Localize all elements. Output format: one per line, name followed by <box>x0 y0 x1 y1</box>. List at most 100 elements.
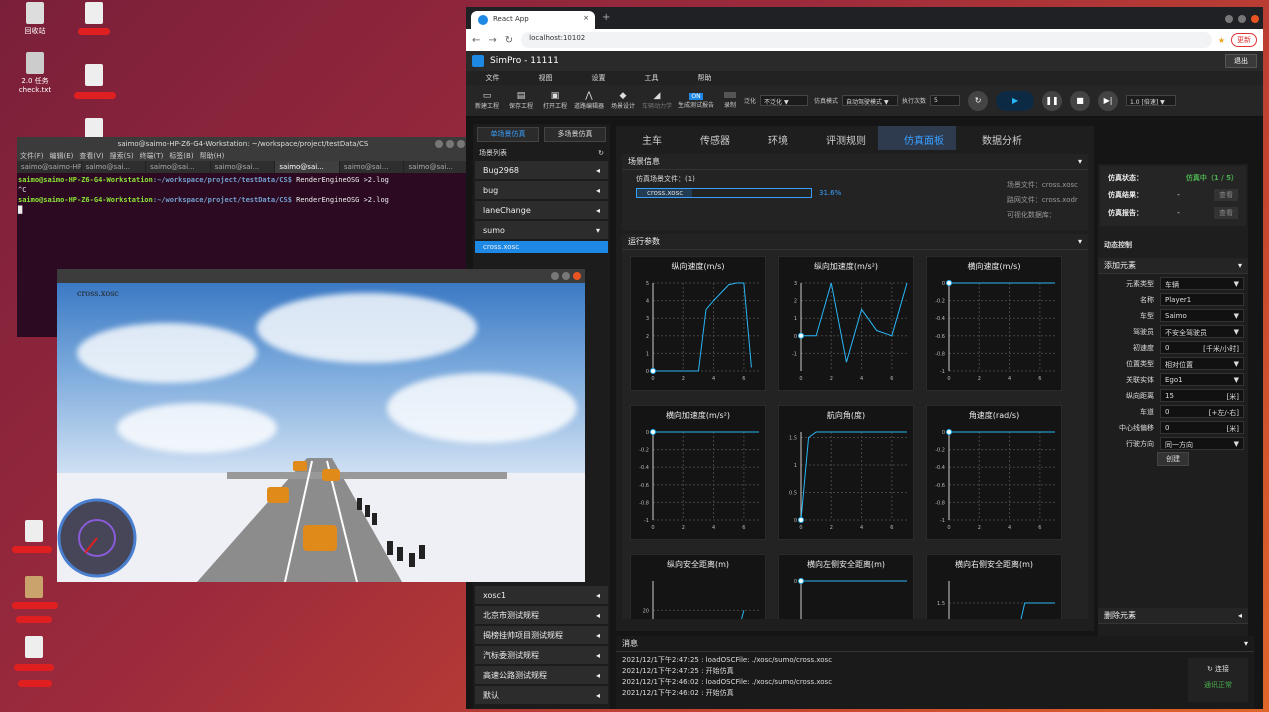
menu-view[interactable]: 查看(V) <box>79 152 103 160</box>
terminal-tab[interactable]: saimo@sai... <box>146 161 211 173</box>
step-button[interactable]: ▶| <box>1098 90 1119 111</box>
connect-button[interactable]: ↻ 连接 <box>1188 658 1248 680</box>
reset-button[interactable]: ↻ <box>968 90 989 111</box>
scene-folder[interactable]: 汽标委测试规程 ◂ <box>475 646 608 664</box>
menu-tabs[interactable]: 标签(B) <box>169 152 193 160</box>
field-input[interactable]: 同一方向 ▼ <box>1160 437 1244 450</box>
desktop-icon-trash[interactable]: 回收站 <box>13 2 57 36</box>
terminal-titlebar[interactable]: saimo@saimo-HP-Z6-G4-Workstation: ~/work… <box>17 137 469 151</box>
speed-select[interactable]: 1.0 [倍速] ▼ <box>1126 95 1177 106</box>
close-tab-icon[interactable]: × <box>583 14 589 22</box>
scene-design-button[interactable]: ◆ 场景设计 <box>608 91 638 110</box>
maximize-icon[interactable] <box>1238 15 1246 23</box>
tab-sim-panel[interactable]: 仿真面板 <box>878 126 956 150</box>
field-input[interactable]: 不安全驾驶员 ▼ <box>1160 325 1244 338</box>
record-toggle[interactable]: 录制 <box>720 92 740 109</box>
minimize-icon[interactable] <box>1225 15 1233 23</box>
field-input[interactable]: 车辆 ▼ <box>1160 277 1244 290</box>
create-button[interactable]: 创建 <box>1157 452 1189 466</box>
terminal-tab[interactable]: saimo@sai... <box>404 161 470 173</box>
scene-folder[interactable]: laneChange ◂ <box>475 201 608 219</box>
view-result-button[interactable]: 查看 <box>1214 189 1238 201</box>
terminal-tab-active[interactable]: saimo@sai... <box>275 161 340 173</box>
message-header[interactable]: 消息 ▾ <box>616 636 1254 652</box>
field-input[interactable]: Ego1 ▼ <box>1160 373 1244 386</box>
report-toggle[interactable]: ON 生成测试报告 <box>676 92 716 109</box>
desktop-icon-doc-3[interactable] <box>12 636 56 660</box>
forward-icon[interactable]: → <box>488 35 496 46</box>
scene-folder[interactable]: sumo ▾ <box>475 221 608 239</box>
open-project-button[interactable]: ▣ 打开工程 <box>540 91 570 110</box>
tab-evaluation[interactable]: 评测规则 <box>800 126 878 150</box>
close-icon[interactable] <box>457 140 465 148</box>
menu-terminal[interactable]: 终端(T) <box>140 152 164 160</box>
tab-environment[interactable]: 环境 <box>742 126 800 150</box>
tab-ego[interactable]: 主车 <box>616 126 674 150</box>
field-input[interactable]: 0 [+左/-右] <box>1160 405 1244 418</box>
collapse-icon[interactable]: ▾ <box>1078 157 1082 166</box>
field-input[interactable]: Player1 <box>1160 293 1244 306</box>
mode-select[interactable]: 自动驾驶模式 ▼ <box>842 95 899 106</box>
url-input[interactable]: localhost:10102 <box>521 32 1212 48</box>
terminal-tab[interactable]: saimo@sai... <box>340 161 405 173</box>
run-count-input[interactable]: 5 <box>930 95 961 106</box>
save-project-button[interactable]: ▤ 保存工程 <box>506 91 536 110</box>
terminal-tab[interactable]: saimo@sai... <box>82 161 147 173</box>
menu-view[interactable]: 视图 <box>519 71 572 85</box>
generalize-select[interactable]: 不泛化 ▼ <box>760 95 809 106</box>
delete-element-header[interactable]: 删除元素 ◂ <box>1098 608 1248 624</box>
pause-button[interactable]: ❚❚ <box>1042 90 1063 111</box>
scene-folder[interactable]: bug ◂ <box>475 181 608 199</box>
render-window[interactable]: cross.xosc <box>57 269 585 582</box>
desktop-icon-file[interactable] <box>72 2 116 26</box>
tab-sensor[interactable]: 传感器 <box>674 126 742 150</box>
desktop-icon-doc[interactable] <box>72 64 116 88</box>
menu-file[interactable]: 文件(F) <box>20 152 44 160</box>
scene-folder[interactable]: 高速公路测试规程 ◂ <box>475 666 608 684</box>
minimize-icon[interactable] <box>551 272 559 280</box>
field-input[interactable]: Saimo ▼ <box>1160 309 1244 322</box>
tab-data-analysis[interactable]: 数据分析 <box>956 126 1034 150</box>
terminal-tab[interactable]: saimo@sai... <box>211 161 276 173</box>
on-toggle[interactable]: ON <box>689 92 703 100</box>
field-input[interactable]: 15 [米] <box>1160 389 1244 402</box>
field-input[interactable]: 0 [米] <box>1160 421 1244 434</box>
scene-folder[interactable]: xosc1 ◂ <box>475 586 608 604</box>
render-titlebar[interactable] <box>57 269 585 283</box>
menu-settings[interactable]: 设置 <box>572 71 625 85</box>
maximize-icon[interactable] <box>446 140 454 148</box>
scene-folder[interactable]: 默认 ◂ <box>475 686 608 704</box>
menu-help[interactable]: 帮助(H) <box>200 152 225 160</box>
refresh-icon[interactable]: ↻ <box>598 149 604 157</box>
scene-folder[interactable]: Bug2968 ◂ <box>475 161 608 179</box>
menu-tools[interactable]: 工具 <box>625 71 678 85</box>
play-button[interactable]: ▶ <box>996 90 1035 111</box>
star-icon[interactable]: ★ <box>1218 36 1225 45</box>
close-icon[interactable] <box>1251 15 1259 23</box>
close-icon[interactable] <box>573 272 581 280</box>
reload-icon[interactable]: ↻ <box>505 35 513 46</box>
desktop-icon-code-2[interactable] <box>12 520 56 544</box>
menu-edit[interactable]: 编辑(E) <box>50 152 74 160</box>
road-editor-button[interactable]: ⋀ 道路编辑器 <box>574 91 604 110</box>
menu-search[interactable]: 搜索(S) <box>110 152 134 160</box>
3d-scene[interactable]: cross.xosc <box>57 283 585 582</box>
stop-button[interactable]: ■ <box>1070 90 1091 111</box>
field-input[interactable]: 相对位置 ▼ <box>1160 357 1244 370</box>
back-icon[interactable]: ← <box>472 35 480 46</box>
scene-item-selected[interactable]: cross.xosc <box>475 241 608 253</box>
menu-file[interactable]: 文件 <box>466 71 519 85</box>
browser-tab[interactable]: React App × <box>471 11 595 29</box>
tab-single-scene[interactable]: 单场景仿真 <box>477 127 539 142</box>
terminal-output[interactable]: saimo@saimo-HP-Z6-G4-Workstation:~/works… <box>17 173 469 217</box>
tab-multi-scene[interactable]: 多场景仿真 <box>544 127 606 142</box>
browser-window[interactable]: React App × + ← → ↻ localhost:10102 ★ 更新 … <box>466 7 1263 709</box>
new-tab-icon[interactable]: + <box>602 12 610 23</box>
scene-folder[interactable]: 北京市测试规程 ◂ <box>475 606 608 624</box>
new-project-button[interactable]: ▭ 新建工程 <box>472 91 502 110</box>
desktop-icon-archive[interactable] <box>12 576 56 600</box>
maximize-icon[interactable] <box>562 272 570 280</box>
update-button[interactable]: 更新 <box>1231 33 1257 47</box>
terminal-tab[interactable]: saimo@saimo-HP-Z... <box>17 161 82 173</box>
menu-help[interactable]: 帮助 <box>678 71 731 85</box>
